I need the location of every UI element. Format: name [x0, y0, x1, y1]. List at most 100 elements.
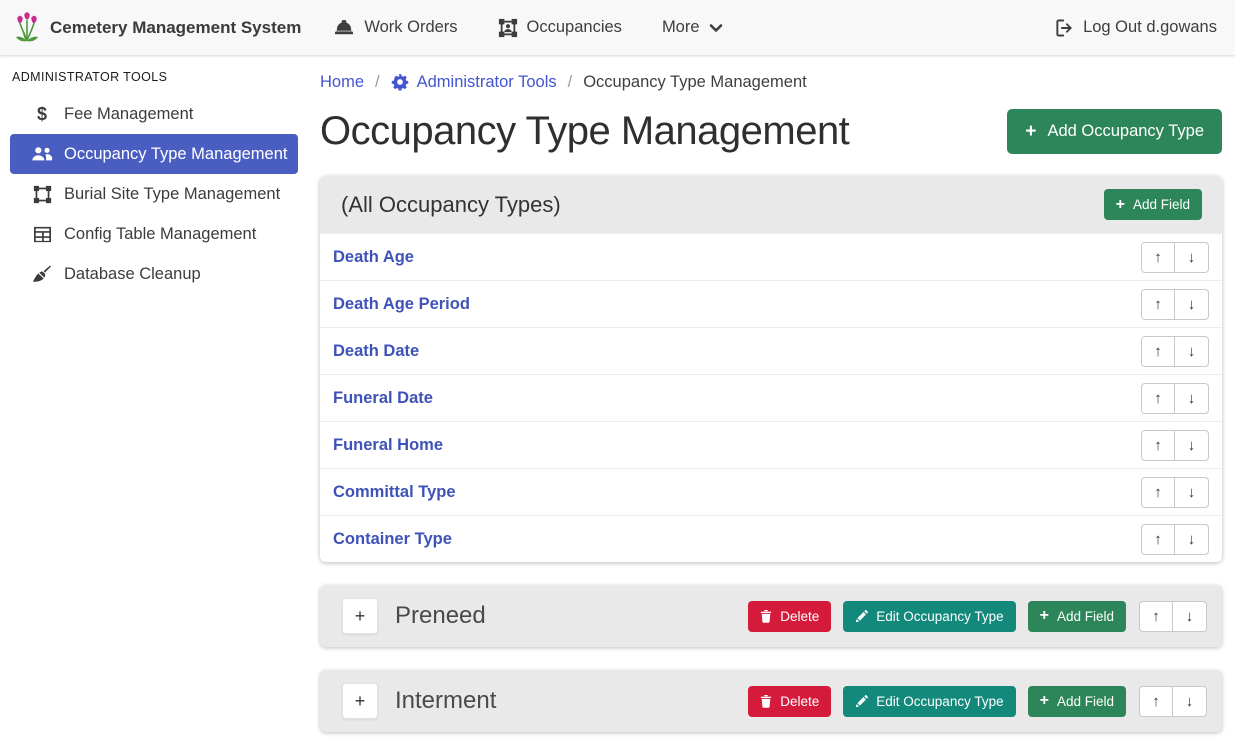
- move-up-button[interactable]: ↑: [1141, 242, 1175, 273]
- move-up-button[interactable]: ↑: [1141, 289, 1175, 320]
- add-field-button[interactable]: + Add Field: [1028, 601, 1126, 632]
- move-up-button[interactable]: ↑: [1141, 383, 1175, 414]
- move-down-button[interactable]: ↓: [1175, 336, 1209, 367]
- nav-more-label: More: [662, 18, 700, 37]
- field-link-committal-type[interactable]: Committal Type: [333, 483, 456, 502]
- delete-button[interactable]: Delete: [748, 601, 831, 632]
- sidebar-item-burial-site-type-management[interactable]: Burial Site Type Management: [10, 174, 298, 214]
- up-arrow-icon: ↑: [1152, 608, 1160, 625]
- nav-occupancies-label: Occupancies: [527, 18, 622, 37]
- add-occupancy-type-button[interactable]: + Add Occupancy Type: [1007, 109, 1222, 154]
- nav-more[interactable]: More: [662, 18, 723, 37]
- section-name: Interment: [395, 687, 496, 715]
- move-down-button[interactable]: ↓: [1173, 686, 1207, 717]
- move-down-button[interactable]: ↓: [1175, 289, 1209, 320]
- add-field-label: Add Field: [1057, 609, 1114, 624]
- breadcrumb-home-label: Home: [320, 73, 364, 92]
- expand-button[interactable]: +: [342, 598, 378, 634]
- field-link-death-date[interactable]: Death Date: [333, 342, 419, 361]
- down-arrow-icon: ↓: [1188, 343, 1196, 360]
- move-up-button[interactable]: ↑: [1141, 336, 1175, 367]
- all-occupancy-types-panel: (All Occupancy Types) + Add Field Death …: [320, 176, 1222, 562]
- sidebar-item-occupancy-type-management[interactable]: Occupancy Type Management: [10, 134, 298, 174]
- field-row: Funeral Home ↑ ↓: [320, 421, 1222, 468]
- sidebar-item-label: Fee Management: [64, 105, 193, 124]
- brand[interactable]: Cemetery Management System: [14, 12, 301, 44]
- field-link-funeral-date[interactable]: Funeral Date: [333, 389, 433, 408]
- move-down-button[interactable]: ↓: [1175, 242, 1209, 273]
- field-row: Death Age Period ↑ ↓: [320, 280, 1222, 327]
- plus-icon: +: [1040, 608, 1049, 624]
- down-arrow-icon: ↓: [1188, 390, 1196, 407]
- field-row: Death Date ↑ ↓: [320, 327, 1222, 374]
- delete-label: Delete: [780, 694, 819, 709]
- reorder-group: ↑ ↓: [1141, 524, 1209, 555]
- reorder-group: ↑ ↓: [1141, 289, 1209, 320]
- sidebar-item-fee-management[interactable]: $ Fee Management: [10, 94, 298, 134]
- up-arrow-icon: ↑: [1154, 249, 1162, 266]
- move-down-button[interactable]: ↓: [1173, 601, 1207, 632]
- move-down-button[interactable]: ↓: [1175, 477, 1209, 508]
- hard-hat-icon: [333, 19, 355, 37]
- table-icon: [30, 226, 54, 243]
- field-link-funeral-home[interactable]: Funeral Home: [333, 436, 443, 455]
- occupancy-type-section-interment: + Interment Delete: [320, 670, 1222, 732]
- down-arrow-icon: ↓: [1186, 693, 1194, 710]
- field-link-container-type[interactable]: Container Type: [333, 530, 452, 549]
- add-field-button[interactable]: + Add Field: [1028, 686, 1126, 717]
- expand-button[interactable]: +: [342, 683, 378, 719]
- occupancy-type-section-preneed: + Preneed Delete: [320, 585, 1222, 647]
- gear-icon: [391, 73, 409, 91]
- sign-out-icon: [1054, 18, 1074, 38]
- logout-button[interactable]: Log Out d.gowans: [1054, 18, 1217, 38]
- move-up-button[interactable]: ↑: [1141, 524, 1175, 555]
- sidebar: ADMINISTRATOR TOOLS $ Fee Management Occ…: [0, 55, 310, 738]
- sidebar-item-config-table-management[interactable]: Config Table Management: [10, 214, 298, 254]
- pencil-icon: [855, 610, 868, 623]
- panel-title: (All Occupancy Types): [341, 192, 561, 218]
- move-up-button[interactable]: ↑: [1139, 601, 1173, 632]
- occupancy-frame-icon: [498, 18, 518, 38]
- breadcrumb: Home / Administrator Tools / Occupancy T…: [320, 68, 1222, 96]
- up-arrow-icon: ↑: [1154, 296, 1162, 313]
- chevron-down-icon: [709, 23, 723, 33]
- breadcrumb-current: Occupancy Type Management: [583, 73, 807, 92]
- nav-work-orders[interactable]: Work Orders: [333, 18, 457, 37]
- trash-icon: [760, 694, 772, 708]
- move-up-button[interactable]: ↑: [1141, 430, 1175, 461]
- sidebar-item-label: Config Table Management: [64, 225, 256, 244]
- reorder-group: ↑ ↓: [1139, 686, 1207, 717]
- down-arrow-icon: ↓: [1188, 484, 1196, 501]
- up-arrow-icon: ↑: [1154, 437, 1162, 454]
- up-arrow-icon: ↑: [1154, 390, 1162, 407]
- down-arrow-icon: ↓: [1186, 608, 1194, 625]
- dollar-icon: $: [30, 104, 54, 125]
- field-row: Container Type ↑ ↓: [320, 515, 1222, 562]
- move-up-button[interactable]: ↑: [1141, 477, 1175, 508]
- move-down-button[interactable]: ↓: [1175, 524, 1209, 555]
- edit-occupancy-type-button[interactable]: Edit Occupancy Type: [843, 601, 1015, 632]
- nav-links: Work Orders Occupancies More: [333, 18, 722, 38]
- edit-occupancy-type-button[interactable]: Edit Occupancy Type: [843, 686, 1015, 717]
- breadcrumb-home[interactable]: Home: [320, 73, 364, 92]
- title-row: Occupancy Type Management + Add Occupanc…: [320, 109, 1222, 154]
- move-down-button[interactable]: ↓: [1175, 383, 1209, 414]
- move-up-button[interactable]: ↑: [1139, 686, 1173, 717]
- field-link-death-age-period[interactable]: Death Age Period: [333, 295, 470, 314]
- delete-button[interactable]: Delete: [748, 686, 831, 717]
- nav-occupancies[interactable]: Occupancies: [498, 18, 622, 38]
- field-link-death-age[interactable]: Death Age: [333, 248, 414, 267]
- plus-icon: +: [1025, 122, 1036, 141]
- sidebar-item-database-cleanup[interactable]: Database Cleanup: [10, 254, 298, 294]
- move-down-button[interactable]: ↓: [1175, 430, 1209, 461]
- panel-header: (All Occupancy Types) + Add Field: [320, 176, 1222, 233]
- down-arrow-icon: ↓: [1188, 437, 1196, 454]
- edit-occupancy-type-label: Edit Occupancy Type: [876, 694, 1003, 709]
- nav-work-orders-label: Work Orders: [364, 18, 457, 37]
- add-occupancy-type-label: Add Occupancy Type: [1047, 122, 1204, 141]
- vector-square-icon: [30, 185, 54, 204]
- plus-icon: +: [355, 691, 366, 712]
- app-root: Cemetery Management System Work Orders: [0, 0, 1235, 738]
- panel-add-field-button[interactable]: + Add Field: [1104, 189, 1202, 220]
- breadcrumb-administrator-tools[interactable]: Administrator Tools: [391, 73, 557, 92]
